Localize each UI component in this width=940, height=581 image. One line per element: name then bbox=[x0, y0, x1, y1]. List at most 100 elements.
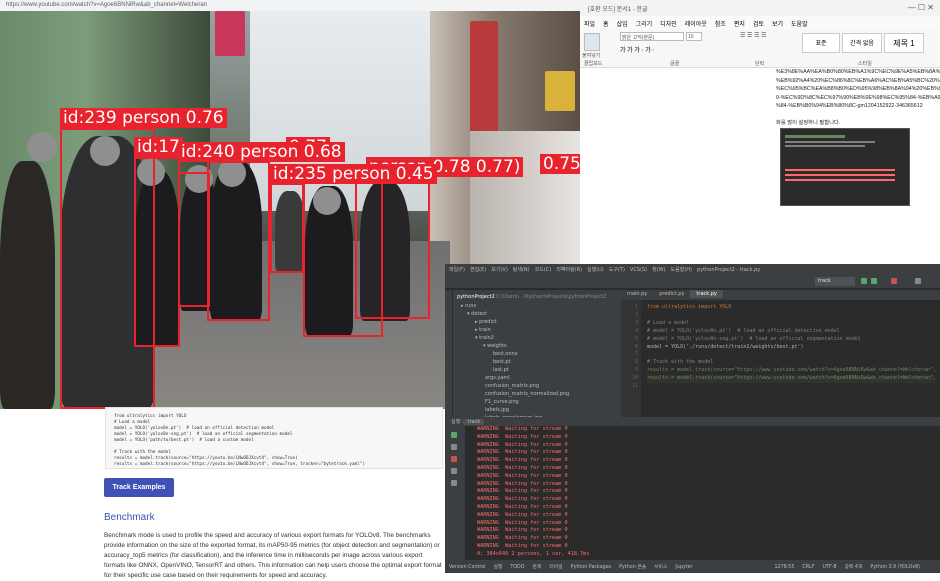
status-terminal[interactable]: 터미널 bbox=[549, 565, 562, 570]
paste-icon[interactable] bbox=[584, 33, 600, 51]
tree-item-file[interactable]: best.onnx bbox=[493, 351, 518, 357]
embedded-screenshot bbox=[780, 128, 910, 206]
tab-track-py[interactable]: track.py bbox=[690, 290, 723, 298]
ide-menu-edit[interactable]: 편집(E) bbox=[470, 267, 486, 273]
status-todo[interactable]: TODO bbox=[510, 565, 524, 570]
track-examples-button[interactable]: Track Examples bbox=[104, 478, 174, 497]
tree-item-file[interactable]: confusion_matrix_normalized.png bbox=[485, 391, 569, 397]
status-encoding[interactable]: UTF-8 bbox=[823, 565, 837, 570]
search-icon[interactable] bbox=[915, 278, 921, 284]
tree-item-folder[interactable]: ▾ train2 bbox=[475, 335, 494, 341]
ide-menu-refactor[interactable]: 리팩터링(R) bbox=[556, 267, 582, 273]
line-number: 7 bbox=[634, 351, 638, 358]
menu-help[interactable]: 도움말 bbox=[787, 16, 812, 31]
console-output[interactable]: WARNING Waiting for stream 0 WARNING Wait… bbox=[465, 426, 940, 560]
tab-predict-py[interactable]: predict.py bbox=[653, 290, 690, 298]
format-buttons[interactable]: 가 가 가 · 가 · bbox=[620, 45, 654, 54]
line-number: 8 bbox=[634, 359, 638, 366]
run-config-select[interactable]: track bbox=[815, 277, 855, 286]
tree-item-file[interactable]: confusion_matrix.png bbox=[485, 383, 539, 389]
detection-box bbox=[355, 174, 430, 319]
status-indent[interactable]: 공백 4개 bbox=[845, 565, 863, 570]
status-line-ending[interactable]: CRLF bbox=[802, 565, 814, 570]
status-services[interactable]: 서비스 bbox=[654, 565, 667, 570]
debug-icon[interactable] bbox=[871, 278, 877, 284]
stop-icon[interactable] bbox=[891, 278, 897, 284]
style-no-spacing[interactable]: 간격 없음 bbox=[842, 33, 882, 53]
menu-view[interactable]: 보기 bbox=[768, 16, 787, 31]
tree-item-folder[interactable]: ▾ detect bbox=[467, 311, 487, 317]
detection-label: 0.75 bbox=[540, 154, 580, 174]
console-line: 0: 384x640 2 persons, 1 car, 418.7ms bbox=[477, 550, 590, 557]
pin-icon[interactable] bbox=[451, 480, 457, 486]
stop-icon[interactable] bbox=[451, 456, 457, 462]
address-bar[interactable]: https://www.youtube.com/watch?v=Agoe6BNN… bbox=[0, 0, 580, 11]
ide-menu-file[interactable]: 파일(F) bbox=[449, 267, 465, 273]
status-packages[interactable]: Python Packages bbox=[571, 565, 612, 570]
console-line: WARNING Waiting for stream 0 bbox=[477, 457, 568, 464]
status-run[interactable]: 실행 bbox=[494, 565, 503, 570]
font-size-select[interactable]: 10 bbox=[686, 32, 702, 41]
style-normal[interactable]: 표준 bbox=[802, 33, 840, 53]
status-jupyter[interactable]: Jupyter bbox=[675, 565, 692, 570]
status-problems[interactable]: 문제 bbox=[533, 565, 542, 570]
ide-menu-code[interactable]: 코드(C) bbox=[535, 267, 552, 273]
console-line: WARNING Waiting for stream 0 bbox=[477, 472, 568, 479]
menu-draw[interactable]: 그리기 bbox=[632, 16, 657, 31]
code-line: from ultralytics import YOLO bbox=[647, 304, 732, 310]
menu-insert[interactable]: 삽입 bbox=[613, 16, 632, 31]
tree-item-folder[interactable]: ▸ predict bbox=[475, 319, 497, 325]
ide-menu-view[interactable]: 보기(V) bbox=[491, 267, 508, 273]
tree-item-folder[interactable]: ▾ weights bbox=[483, 343, 507, 349]
scroll-icon[interactable] bbox=[451, 444, 457, 450]
tree-item-file[interactable]: args.yaml bbox=[485, 375, 510, 381]
console-line: WARNING Waiting for stream 0 bbox=[477, 480, 568, 487]
tree-item-file[interactable]: labels.jpg bbox=[485, 407, 509, 413]
status-bar: Version Control 실행 TODO 문제 터미널 Python Package… bbox=[445, 560, 940, 573]
rerun-icon[interactable] bbox=[451, 432, 457, 438]
tree-item-file[interactable]: best.pt bbox=[493, 359, 511, 365]
menu-references[interactable]: 참조 bbox=[711, 16, 730, 31]
status-vcs[interactable]: Version Control bbox=[449, 565, 486, 570]
doc-line: %E3%8E%AA%EA%B0%80%EB%A1%9C%EC%9E%A5%EB%… bbox=[776, 69, 940, 75]
ide-menu-help[interactable]: 도움말(H) bbox=[671, 267, 692, 273]
tree-item-folder[interactable]: ▸ train bbox=[475, 327, 491, 333]
ide-menu-tools[interactable]: 도구(T) bbox=[609, 267, 625, 273]
ide-menu-run[interactable]: 실행(U) bbox=[587, 267, 604, 273]
menu-layout[interactable]: 레이아웃 bbox=[681, 16, 711, 31]
tab-main-py[interactable]: main.py bbox=[621, 290, 653, 298]
line-number: 5 bbox=[634, 335, 638, 342]
run-icon[interactable] bbox=[861, 278, 867, 284]
style-heading1[interactable]: 제목 1 bbox=[884, 33, 924, 53]
status-console[interactable]: Python 콘솔 bbox=[619, 565, 646, 570]
tree-item-file[interactable]: F1_curve.png bbox=[485, 399, 519, 405]
line-number: 6 bbox=[634, 343, 638, 350]
console-line: WARNING Waiting for stream 0 bbox=[477, 527, 568, 534]
detection-label: id:239 person 0.76 bbox=[60, 108, 227, 128]
status-position[interactable]: 1278:55 bbox=[774, 565, 794, 570]
font-name-select[interactable]: 맑은 고딕(본문) bbox=[620, 32, 684, 41]
ribbon-group-clipboard: 클립보드 bbox=[584, 61, 603, 67]
person bbox=[0, 161, 55, 409]
menu-mailings[interactable]: 편지 bbox=[730, 16, 749, 31]
menu-file[interactable]: 파일 bbox=[580, 16, 599, 31]
tree-item-folder[interactable]: ▸ runs bbox=[461, 303, 476, 309]
ribbon-group-paragraph: 단락 bbox=[755, 61, 765, 67]
console-line: WARNING Waiting for stream 0 bbox=[477, 542, 568, 549]
window-controls[interactable]: — ☐ ✕ bbox=[908, 3, 934, 12]
tree-item-file[interactable]: last.pt bbox=[493, 367, 509, 373]
run-tab[interactable]: track bbox=[463, 419, 485, 425]
ide-menu-navigate[interactable]: 탐색(N) bbox=[513, 267, 530, 273]
ide-menu-window[interactable]: 창(W) bbox=[652, 267, 665, 273]
settings-icon[interactable] bbox=[451, 468, 457, 474]
ide-menu-vcs[interactable]: VCS(S) bbox=[630, 267, 647, 273]
menu-design[interactable]: 디자인 bbox=[656, 16, 681, 31]
line-number: 3 bbox=[634, 319, 638, 326]
paste-label: 붙여넣기 bbox=[582, 53, 601, 59]
menu-review[interactable]: 검토 bbox=[749, 16, 768, 31]
project-root[interactable]: pythonProject2 C:\Users\...\PycharmProje… bbox=[457, 294, 606, 300]
detection-box bbox=[134, 157, 180, 347]
paragraph-buttons[interactable]: ☰ ☰ ☰ ☰ bbox=[740, 32, 767, 39]
status-interpreter[interactable]: Python 3.9 (YOLOv8) bbox=[870, 565, 920, 570]
editor-tabs: main.py predict.py track.py bbox=[621, 290, 940, 300]
